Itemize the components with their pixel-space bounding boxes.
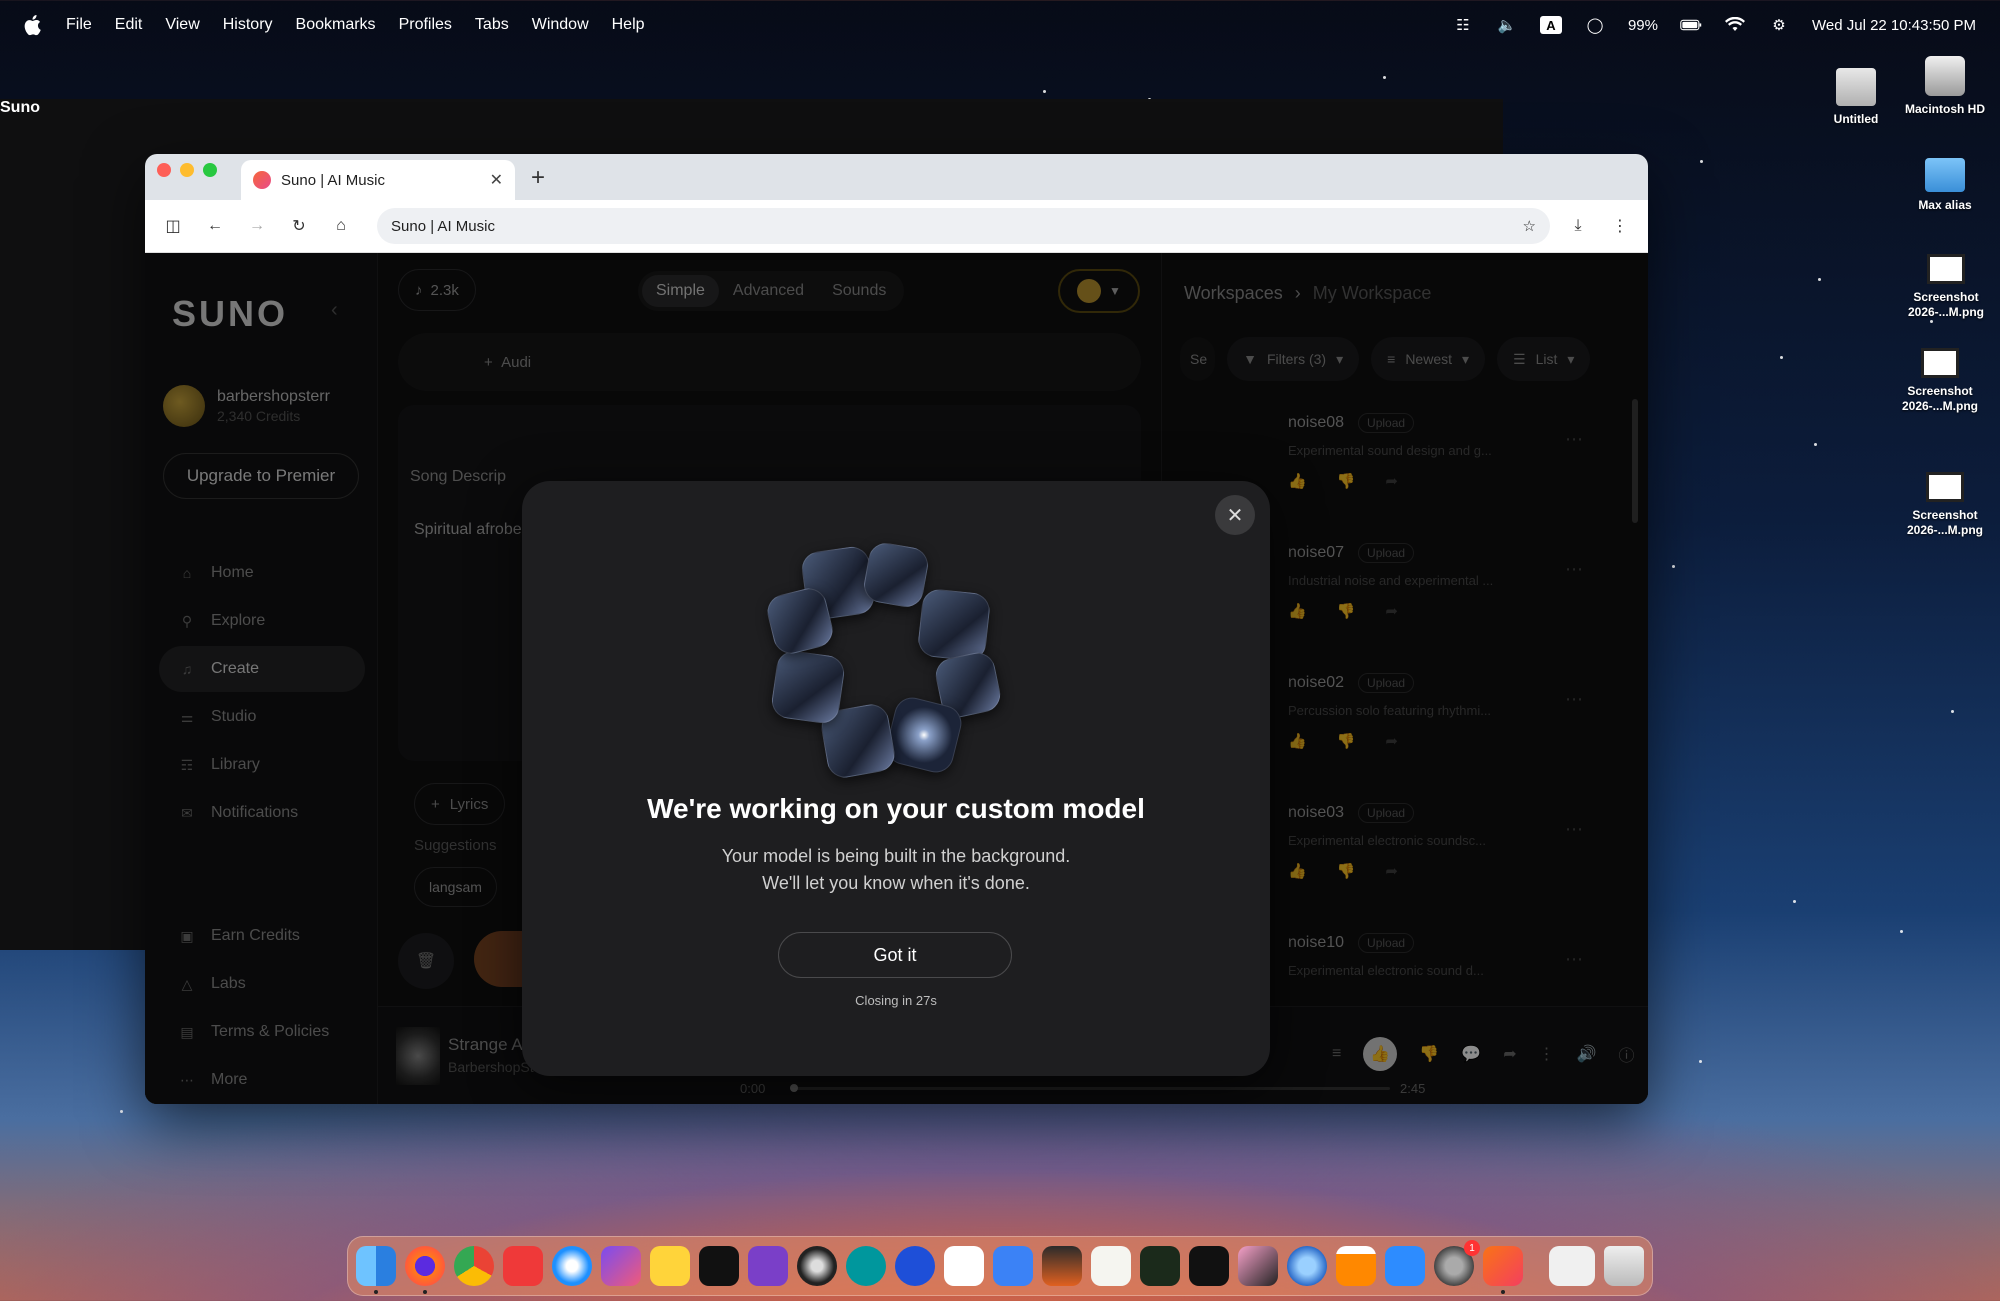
menu-history[interactable]: History — [223, 16, 273, 34]
settings-badge: 1 — [1464, 1240, 1480, 1256]
user-switch-icon[interactable]: ◯ — [1584, 16, 1606, 34]
volume-icon[interactable]: 🔈 — [1496, 16, 1518, 34]
dock-proxyman-icon[interactable] — [993, 1246, 1033, 1286]
forward-icon[interactable]: → — [243, 212, 271, 240]
dialog-title: We're working on your custom model — [647, 793, 1145, 824]
screenshot-file-icon — [1927, 254, 1965, 284]
menu-window[interactable]: Window — [532, 16, 589, 34]
dock-affinity-icon[interactable] — [601, 1246, 641, 1286]
screenshot-file-icon — [1926, 472, 1964, 502]
dock-affinity-designer-icon[interactable] — [1238, 1246, 1278, 1286]
menu-profiles[interactable]: Profiles — [399, 16, 452, 34]
desktop-icon-max-alias[interactable]: Max alias — [1890, 158, 2000, 213]
dock-vlc-icon[interactable] — [1336, 1246, 1376, 1286]
dock-system-settings-icon[interactable]: 1 — [1434, 1240, 1480, 1286]
custom-model-dialog: ✕ We're working on your custom model You… — [522, 481, 1270, 1076]
address-text: Suno | AI Music — [391, 217, 495, 235]
dock-suno-icon[interactable] — [1483, 1246, 1523, 1294]
browser-toolbar: ◫ ← → ↻ ⌂ Suno | AI Music ☆ ⤓ ⋮ — [145, 200, 1648, 253]
dock-chrome-icon[interactable] — [454, 1246, 494, 1286]
menu-help[interactable]: Help — [612, 16, 645, 34]
desktop-icon-screenshot-1[interactable]: Screenshot 2026-...M.png — [1891, 254, 2000, 320]
close-window-button[interactable] — [157, 163, 171, 177]
new-tab-button[interactable]: + — [531, 164, 545, 192]
dock-textedit-icon[interactable] — [1091, 1246, 1131, 1286]
dock-firefox-icon[interactable] — [405, 1246, 445, 1294]
dock-camo-icon[interactable] — [797, 1246, 837, 1286]
window-controls — [157, 163, 217, 177]
screenshot-file-icon — [1921, 348, 1959, 378]
close-tab-icon[interactable]: ✕ — [490, 170, 503, 190]
minimize-window-button[interactable] — [180, 163, 194, 177]
dock-terminal-icon[interactable] — [1189, 1246, 1229, 1286]
dock: 1 — [347, 1236, 1653, 1296]
tab-title: Suno | AI Music — [281, 171, 385, 189]
battery-percent: 99% — [1627, 16, 1658, 34]
download-icon[interactable]: ⤓ — [1564, 212, 1592, 240]
sidebar-toggle-icon[interactable]: ◫ — [159, 212, 187, 240]
dock-max-icon[interactable] — [699, 1246, 739, 1286]
suno-app: SUNO ‹ barbershopsterr 2,340 Credits Upg… — [145, 253, 1648, 1104]
dialog-body: Your model is being built in the backgro… — [721, 846, 1071, 893]
got-it-button[interactable]: Got it — [778, 932, 1012, 978]
dock-instruments-icon[interactable] — [1042, 1246, 1082, 1286]
desktop-icon-screenshot-3[interactable]: Screenshot 2026-...M.png — [1890, 472, 2000, 538]
bookmark-star-icon[interactable]: ☆ — [1523, 217, 1536, 235]
dock-github-icon[interactable] — [748, 1246, 788, 1286]
menu-view[interactable]: View — [165, 16, 199, 34]
dock-chatgpt-icon[interactable] — [944, 1246, 984, 1286]
menu-tabs[interactable]: Tabs — [475, 16, 509, 34]
close-icon: ✕ — [1226, 504, 1244, 527]
dock-activity-monitor-icon[interactable] — [1140, 1246, 1180, 1286]
apple-menu-icon[interactable] — [22, 14, 42, 36]
desktop-icon-screenshot-2[interactable]: Screenshot 2026-...M.png — [1885, 348, 1995, 414]
wifi-icon[interactable] — [1724, 16, 1746, 34]
control-center-icon[interactable]: ⚙ — [1768, 16, 1790, 34]
menu-bar: Suno File Edit View History Bookmarks Pr… — [0, 0, 2000, 950]
back-icon[interactable]: ← — [201, 212, 229, 240]
artwork-tile — [916, 587, 992, 663]
menu-file[interactable]: File — [66, 16, 92, 34]
browser-menu-icon[interactable]: ⋮ — [1606, 212, 1634, 240]
dock-vivaldi-icon[interactable] — [503, 1246, 543, 1286]
dock-preview-icon[interactable] — [1549, 1246, 1595, 1286]
input-source-icon[interactable]: A — [1539, 16, 1562, 34]
browser-tab[interactable]: Suno | AI Music ✕ — [241, 160, 515, 200]
address-bar[interactable]: Suno | AI Music ☆ — [377, 208, 1550, 244]
tab-bar: Suno | AI Music ✕ + — [145, 154, 1648, 200]
menu-bookmarks[interactable]: Bookmarks — [296, 16, 376, 34]
artwork-tile — [861, 540, 931, 610]
folder-icon — [1925, 158, 1965, 192]
hard-drive-icon — [1925, 56, 1965, 96]
browser-window: Suno | AI Music ✕ + ◫ ← → ↻ ⌂ Suno | AI … — [145, 154, 1648, 1104]
model-artwork-ring — [763, 540, 1020, 783]
menu-edit[interactable]: Edit — [115, 16, 143, 34]
suno-favicon-icon — [253, 171, 271, 189]
desktop-icon-macintosh-hd[interactable]: Macintosh HD — [1890, 56, 2000, 117]
zoom-window-button[interactable] — [203, 163, 217, 177]
display-icon[interactable]: ☷ — [1452, 16, 1474, 34]
closing-countdown: Closing in 27s — [855, 993, 937, 1008]
battery-icon[interactable] — [1680, 16, 1702, 34]
artwork-tile — [769, 648, 847, 726]
home-icon[interactable]: ⌂ — [327, 212, 355, 240]
dock-safari-icon[interactable] — [552, 1246, 592, 1286]
dock-zoom-icon[interactable] — [1385, 1246, 1425, 1286]
dock-arduino-icon[interactable] — [846, 1246, 886, 1286]
dock-cyberduck-icon[interactable] — [650, 1246, 690, 1286]
dock-warp-icon[interactable] — [895, 1246, 935, 1286]
menu-clock[interactable]: Wed Jul 22 10:43:50 PM — [1812, 17, 1976, 34]
dock-finder-icon[interactable] — [356, 1246, 396, 1294]
reload-icon[interactable]: ↻ — [285, 212, 313, 240]
disk-icon — [1836, 68, 1876, 106]
dock-trash-icon[interactable] — [1604, 1246, 1644, 1286]
close-dialog-button[interactable]: ✕ — [1215, 495, 1255, 535]
dock-proxy-icon[interactable] — [1287, 1246, 1327, 1286]
